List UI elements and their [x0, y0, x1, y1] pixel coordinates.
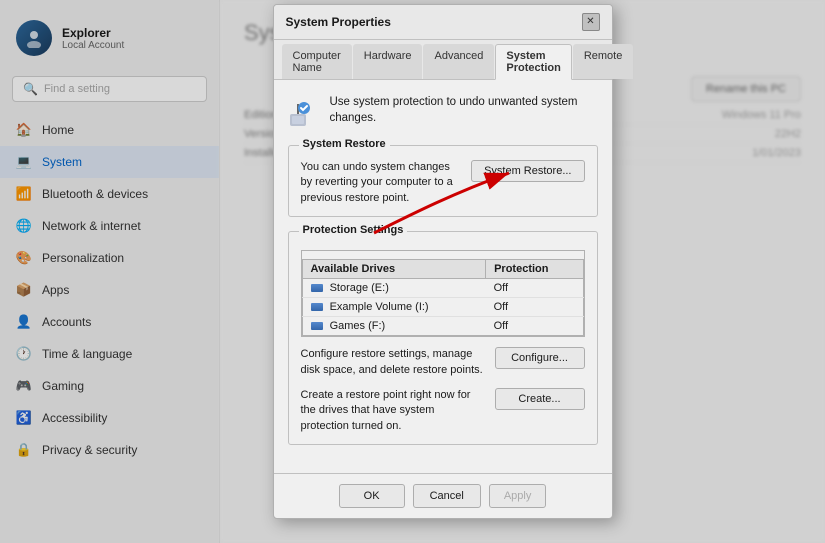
configure-row: Configure restore settings, manage disk …: [301, 347, 585, 378]
tab-system-protection[interactable]: System Protection: [495, 44, 571, 80]
create-text: Create a restore point right now for the…: [301, 388, 485, 434]
dialog-overlay: System Properties ✕ Computer Name Hardwa…: [0, 0, 825, 543]
table-row[interactable]: Example Volume (I:) Off: [302, 298, 583, 317]
protection-settings-label: Protection Settings: [299, 224, 408, 236]
dialog-title: System Properties: [286, 15, 391, 29]
cancel-button[interactable]: Cancel: [413, 484, 481, 508]
dialog-titlebar: System Properties ✕: [274, 5, 612, 40]
table-row[interactable]: Storage (E:) Off: [302, 279, 583, 298]
tab-hardware[interactable]: Hardware: [353, 44, 423, 79]
dialog-close-button[interactable]: ✕: [582, 13, 600, 31]
drive-icon: [311, 322, 323, 330]
drive-icon: [311, 284, 323, 292]
drive-protection: Off: [486, 317, 583, 336]
tab-advanced[interactable]: Advanced: [423, 44, 494, 79]
drive-protection: Off: [486, 279, 583, 298]
tab-computer-name[interactable]: Computer Name: [282, 44, 352, 79]
dialog-body: Use system protection to undo unwanted s…: [274, 80, 612, 473]
drives-table: Available Drives Protection Storage (E:): [302, 259, 584, 336]
table-row[interactable]: Games (F:) Off: [302, 317, 583, 336]
drive-name: Example Volume (I:): [302, 298, 486, 317]
dialog-tabs: Computer Name Hardware Advanced System P…: [274, 40, 612, 80]
drives-table-container[interactable]: Available Drives Protection Storage (E:): [301, 250, 585, 337]
drive-name: Storage (E:): [302, 279, 486, 298]
dialog-intro: Use system protection to undo unwanted s…: [288, 94, 598, 131]
col-protection: Protection: [486, 260, 583, 279]
configure-text: Configure restore settings, manage disk …: [301, 347, 485, 378]
drive-icon: [311, 303, 323, 311]
drive-name: Games (F:): [302, 317, 486, 336]
col-drives: Available Drives: [302, 260, 486, 279]
system-properties-dialog: System Properties ✕ Computer Name Hardwa…: [273, 4, 613, 519]
tab-remote[interactable]: Remote: [573, 44, 634, 79]
system-restore-section: System Restore You can undo system chang…: [288, 145, 598, 217]
system-restore-content: You can undo system changes by reverting…: [301, 160, 585, 206]
configure-button[interactable]: Configure...: [495, 347, 585, 369]
system-restore-button[interactable]: System Restore...: [471, 160, 584, 182]
system-restore-label: System Restore: [299, 138, 390, 150]
drive-protection: Off: [486, 298, 583, 317]
create-button[interactable]: Create...: [495, 388, 585, 410]
protection-settings-section: Protection Settings Available Drives Pro…: [288, 231, 598, 445]
dialog-footer: OK Cancel Apply: [274, 473, 612, 518]
shield-icon: [288, 96, 320, 131]
system-restore-text: You can undo system changes by reverting…: [301, 160, 462, 206]
apply-button: Apply: [489, 484, 547, 508]
create-row: Create a restore point right now for the…: [301, 388, 585, 434]
ok-button[interactable]: OK: [339, 484, 405, 508]
intro-text: Use system protection to undo unwanted s…: [330, 94, 598, 126]
